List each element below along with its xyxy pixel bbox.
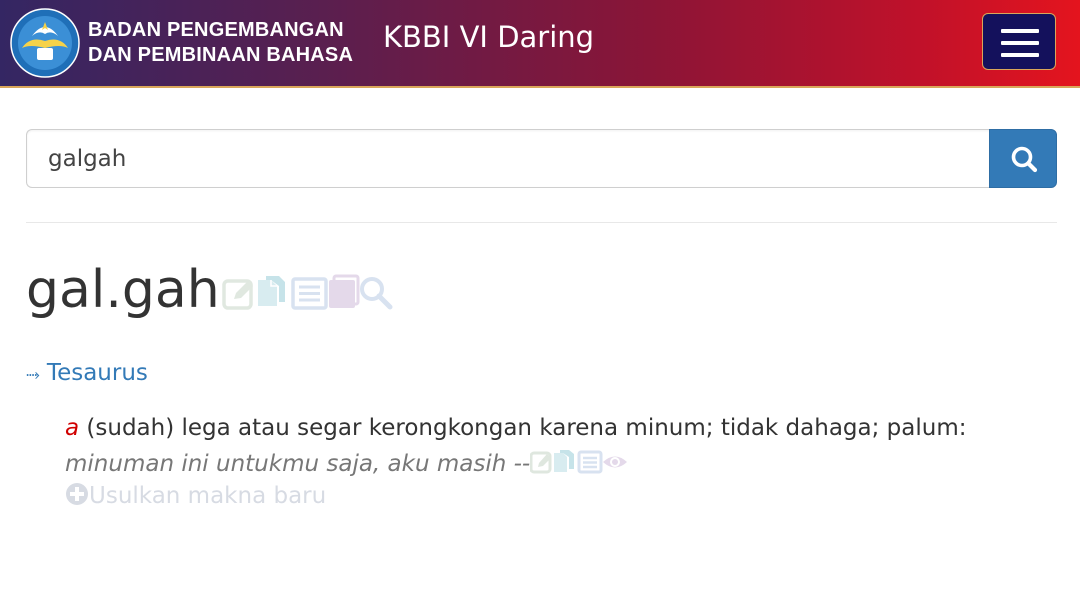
tut-wuri-handayani-logo-icon[interactable] (10, 8, 80, 78)
book-icon[interactable] (329, 274, 360, 308)
hamburger-icon (1001, 41, 1039, 45)
site-header: BADAN PENGEMBANGAN DAN PEMBINAAN BAHASA … (0, 0, 1080, 88)
list-icon[interactable] (577, 450, 603, 474)
edit-icon[interactable] (222, 279, 253, 310)
hamburger-icon (1001, 29, 1039, 33)
org-name-line2: DAN PEMBINAAN BAHASA (88, 44, 354, 66)
eye-icon[interactable] (603, 456, 628, 468)
tesaurus-link[interactable]: ⤑ Tesaurus (26, 360, 148, 386)
definition-example: minuman ini untukmu saja, aku masih -- (65, 451, 531, 477)
divider (26, 222, 1057, 223)
suggest-meaning-label: Usulkan makna baru (89, 483, 327, 509)
plus-circle-icon (66, 483, 88, 505)
search-bar (26, 129, 1057, 188)
app-title[interactable]: KBBI VI Daring (383, 20, 594, 54)
list-icon[interactable] (291, 277, 328, 310)
menu-button[interactable] (982, 13, 1056, 70)
hamburger-icon (1001, 53, 1039, 57)
entry-headword: gal.gah (26, 260, 220, 320)
org-name: BADAN PENGEMBANGAN DAN PEMBINAAN BAHASA (88, 18, 353, 68)
tesaurus-label: Tesaurus (46, 360, 148, 386)
suggest-meaning-link[interactable]: Usulkan makna baru (65, 482, 326, 509)
copy-icon[interactable] (258, 276, 285, 306)
edit-icon[interactable] (529, 451, 552, 474)
definition-tools (529, 450, 628, 474)
copy-icon[interactable] (554, 450, 575, 472)
part-of-speech[interactable]: a (65, 415, 79, 441)
org-name-line1: BADAN PENGEMBANGAN (88, 19, 344, 41)
search-icon[interactable] (360, 277, 393, 310)
definition-text: (sudah) lega atau segar kerongkongan kar… (79, 415, 967, 441)
search-icon (1011, 146, 1038, 173)
definition-item: a (sudah) lega atau segar kerongkongan k… (65, 410, 1055, 482)
arrow-right-icon: ⤑ (26, 365, 40, 385)
entry-tools (222, 274, 393, 310)
search-input[interactable] (26, 129, 990, 188)
search-button[interactable] (989, 129, 1057, 188)
